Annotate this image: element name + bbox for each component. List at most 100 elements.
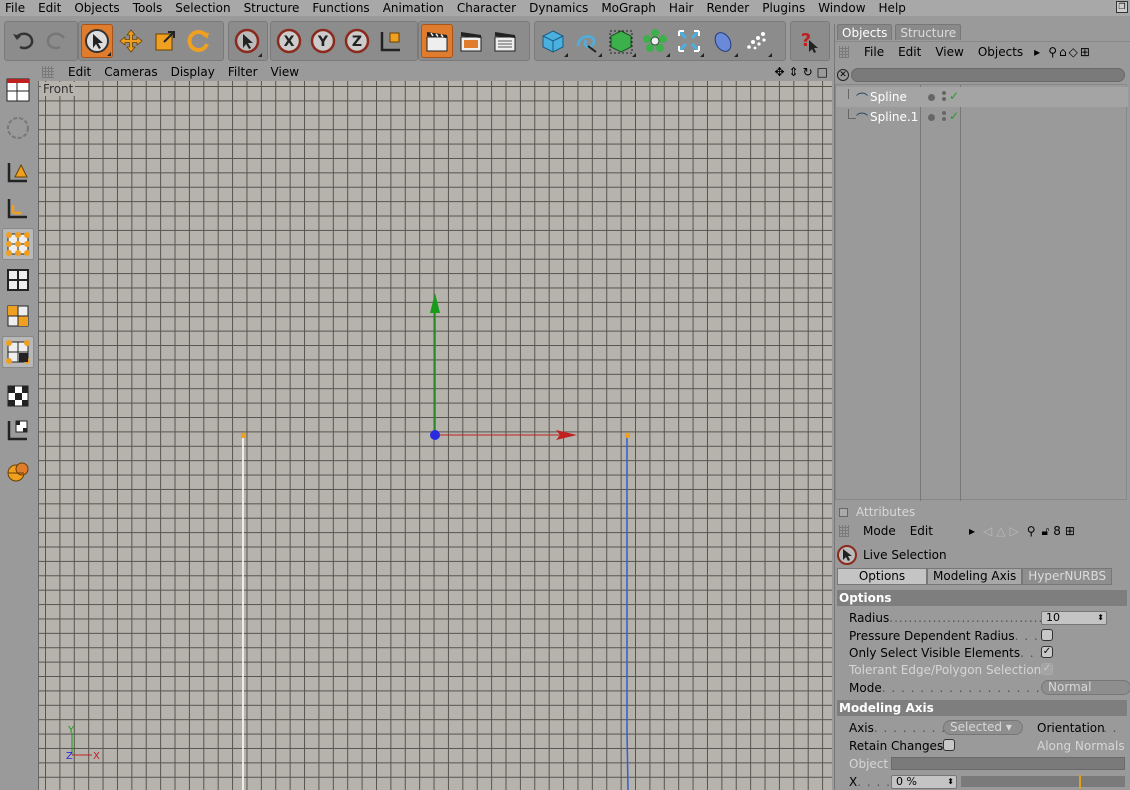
points-mode-icon[interactable] [2, 228, 34, 260]
object-link-field[interactable] [891, 757, 1125, 770]
x-percent-field[interactable]: 0 % ⬍ [891, 774, 957, 789]
drag-handle-icon[interactable] [42, 66, 54, 78]
modeling-axis-section-header[interactable]: Modeling Axis [837, 700, 1127, 716]
menu-file[interactable]: File [0, 0, 32, 16]
selected-tool-icon[interactable] [231, 24, 263, 58]
maximize-view-icon[interactable]: □ [817, 65, 828, 79]
radius-field[interactable]: 10 ⬍ [1041, 610, 1107, 625]
y-axis-arrow-icon[interactable] [430, 293, 440, 313]
object-row-spline-1[interactable]: ⌒ Spline.1 ✓ [836, 107, 1128, 127]
stepper-arrows-icon[interactable]: ⬍ [1097, 612, 1104, 624]
options-section-header[interactable]: Options [837, 590, 1127, 606]
visibility-dots-icon[interactable] [942, 91, 946, 103]
zoom-view-icon[interactable]: ⇕ [789, 65, 799, 79]
scale-icon[interactable] [149, 24, 181, 58]
drag-handle-icon[interactable] [839, 525, 849, 537]
object-mode-icon[interactable] [2, 156, 34, 188]
link-icon[interactable]: ◇ [1069, 45, 1078, 59]
viewport-menu-display[interactable]: Display [165, 65, 222, 79]
only-visible-checkbox[interactable]: ✓ [1041, 646, 1053, 658]
spline-pen-icon[interactable] [571, 24, 603, 58]
viewport-menu-edit[interactable]: Edit [62, 65, 98, 79]
menu-functions[interactable]: Functions [306, 0, 376, 16]
more-menu-icon[interactable]: ▸ [969, 524, 975, 538]
search-icon[interactable]: ⚲ [1048, 45, 1057, 59]
om-menu-edit[interactable]: Edit [891, 45, 928, 59]
window-restore-icon[interactable]: ❐ [1116, 1, 1128, 13]
menu-tools[interactable]: Tools [127, 0, 170, 16]
workplane-icon[interactable] [2, 456, 34, 488]
tolerant-checkbox[interactable]: ✓ [1041, 663, 1053, 675]
menu-mograph[interactable]: MoGraph [595, 0, 663, 16]
home-icon[interactable]: ⌂ [1059, 45, 1067, 59]
new-window-icon[interactable]: ⊞ [1065, 524, 1075, 538]
tab-hypernurbs[interactable]: HyperNURBS [1022, 568, 1113, 585]
render-settings-icon[interactable] [489, 24, 521, 58]
om-menu-view[interactable]: View [928, 45, 970, 59]
help-icon[interactable]: ? [793, 24, 825, 58]
tab-modeling-axis[interactable]: Modeling Axis [927, 568, 1023, 585]
edges-mode-icon[interactable] [2, 264, 34, 296]
tab-structure[interactable]: Structure [895, 24, 962, 40]
object-name[interactable]: Spline [870, 90, 907, 104]
undo-icon[interactable] [7, 24, 39, 58]
spline-point[interactable] [625, 433, 630, 438]
drag-handle-icon[interactable] [839, 45, 849, 58]
om-menu-objects[interactable]: Objects [971, 45, 1030, 59]
x-slider-handle[interactable] [1079, 775, 1081, 789]
object-name[interactable]: Spline.1 [870, 110, 918, 124]
nurbs-icon[interactable] [605, 24, 637, 58]
live-selection-icon[interactable] [81, 24, 113, 58]
origin-handle[interactable] [430, 430, 440, 440]
layout-icon[interactable] [2, 74, 34, 106]
mode-dropdown[interactable]: Normal [1041, 680, 1130, 695]
viewport-front[interactable]: Front Y X Z [38, 81, 832, 790]
menu-window[interactable]: Window [812, 0, 872, 16]
more-menu-icon[interactable]: ▸ [1034, 45, 1040, 59]
enabled-check-icon[interactable]: ✓ [949, 89, 959, 103]
menu-objects[interactable]: Objects [68, 0, 126, 16]
rotate-icon[interactable] [183, 24, 215, 58]
viewport-menu-filter[interactable]: Filter [222, 65, 265, 79]
layer-dot-icon[interactable] [928, 114, 935, 121]
viewport-menu-view[interactable]: View [265, 65, 306, 79]
spline-point[interactable] [241, 433, 246, 438]
x-slider[interactable] [961, 776, 1125, 787]
menu-render[interactable]: Render [700, 0, 756, 16]
search-icon[interactable]: ⚲ [1027, 524, 1036, 538]
object-row-spline[interactable]: ⌒ Spline ✓ [836, 87, 1128, 107]
om-menu-file[interactable]: File [857, 45, 891, 59]
x-axis-icon[interactable]: X [273, 24, 305, 58]
menu-plugins[interactable]: Plugins [756, 0, 812, 16]
attr-menu-mode[interactable]: Mode [857, 524, 904, 538]
retain-checkbox[interactable] [943, 739, 955, 751]
visibility-dots-icon[interactable] [942, 111, 946, 123]
texture-axis-mode-icon[interactable] [2, 414, 34, 446]
z-axis-icon[interactable]: Z [341, 24, 373, 58]
particle-icon[interactable] [741, 24, 773, 58]
orientation-value[interactable]: Along Normals [1037, 739, 1125, 753]
tab-objects[interactable]: Objects [837, 24, 893, 40]
menu-hair[interactable]: Hair [663, 0, 701, 16]
up-arrow-icon[interactable]: △ [996, 524, 1005, 538]
clear-search-icon[interactable]: ✕ [837, 69, 849, 81]
viewport-menu-cameras[interactable]: Cameras [98, 65, 164, 79]
model-mode-icon[interactable] [2, 112, 34, 144]
new-window-icon[interactable]: ⊞ [1080, 45, 1090, 59]
layer-dot-icon[interactable] [928, 94, 935, 101]
menu-help[interactable]: Help [873, 0, 913, 16]
menu-structure[interactable]: Structure [238, 0, 307, 16]
modeling-array-icon[interactable] [639, 24, 671, 58]
coordinate-system-icon[interactable] [375, 24, 407, 58]
enabled-check-icon[interactable]: ✓ [949, 109, 959, 123]
attr-menu-edit[interactable]: Edit [904, 524, 941, 538]
move-icon[interactable] [115, 24, 147, 58]
redo-icon[interactable] [41, 24, 73, 58]
uv-points-mode-icon[interactable] [2, 336, 34, 368]
menu-animation[interactable]: Animation [377, 0, 451, 16]
object-search-input[interactable] [851, 68, 1125, 82]
render-view-icon[interactable] [421, 24, 453, 58]
texture-mode-icon[interactable] [2, 380, 34, 412]
forward-arrow-icon[interactable]: ▷ [1009, 524, 1018, 538]
axis-mode-icon[interactable] [2, 192, 34, 224]
